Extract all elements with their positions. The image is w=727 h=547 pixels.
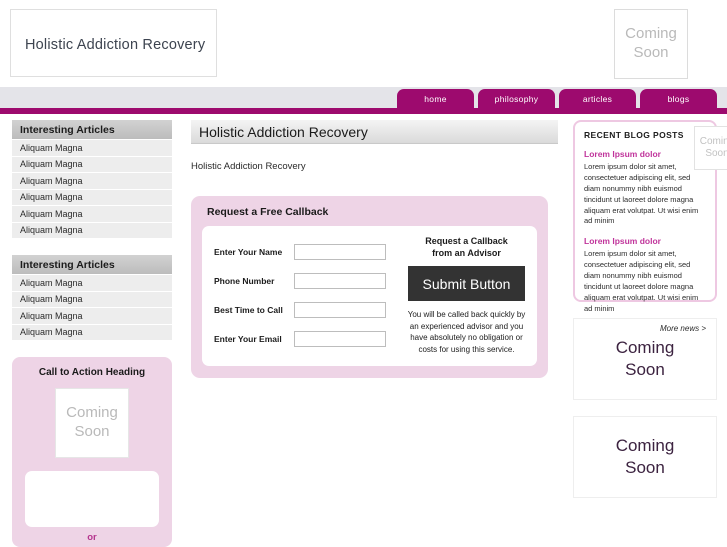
- right-sidebar: RECENT BLOG POSTS Coming Soon Lorem Ipsu…: [573, 120, 727, 498]
- blog-post-title[interactable]: Lorem Ipsum dolor: [584, 236, 706, 246]
- cta-heading: Call to Action Heading: [38, 367, 146, 378]
- blog-coming-soon-placeholder: Coming Soon: [694, 126, 727, 170]
- field-row-phone: Phone Number: [214, 266, 402, 295]
- email-field-label: Enter Your Email: [214, 333, 282, 344]
- main-content: Holistic Addiction Recovery Holistic Add…: [191, 120, 558, 378]
- logo-box[interactable]: Holistic Addiction Recovery: [10, 9, 217, 77]
- phone-field-label: Phone Number: [214, 275, 275, 286]
- list-item[interactable]: Aliquam Magna: [12, 156, 172, 173]
- blog-post-title[interactable]: Lorem Ipsum dolor: [584, 149, 706, 159]
- call-to-action-box: Call to Action Heading Coming Soon or: [12, 357, 172, 547]
- blog-post-body: Lorem ipsum dolor sit amet, consectetuer…: [584, 162, 699, 226]
- form-heading: Request a Free Callback: [207, 206, 329, 218]
- name-input[interactable]: [294, 243, 386, 260]
- left-sidebar: Interesting Articles Aliquam Magna Aliqu…: [12, 120, 172, 547]
- panel-interesting-articles-1: Interesting Articles Aliquam Magna Aliqu…: [12, 120, 172, 239]
- field-row-email: Enter Your Email: [214, 324, 402, 353]
- blog-post-item: Lorem Ipsum dolor Lorem ipsum dolor sit …: [584, 236, 706, 314]
- best-time-field-label: Best Time to Call: [214, 304, 283, 315]
- coming-soon-line-1: Coming: [625, 25, 677, 43]
- coming-soon-line-2: Soon: [625, 360, 665, 379]
- blog-section-heading: RECENT BLOG POSTS: [584, 130, 684, 140]
- tab-philosophy[interactable]: philosophy: [478, 89, 555, 108]
- field-row-name: Enter Your Name: [214, 237, 402, 266]
- callback-form-panel: Request a Free Callback Enter Your Name …: [191, 196, 548, 378]
- header-coming-soon-placeholder: Coming Soon: [614, 9, 688, 79]
- submit-button[interactable]: Submit Button: [408, 266, 525, 302]
- nav-strip: home philosophy articles blogs: [0, 87, 727, 114]
- callback-tagline: Request a Callback from an Advisor: [406, 235, 527, 259]
- site-header: Holistic Addiction Recovery Coming Soon: [0, 0, 727, 87]
- coming-soon-line-2: Soon: [625, 458, 665, 477]
- coming-soon-line-1: Coming: [615, 337, 675, 357]
- list-item[interactable]: Aliquam Magna: [12, 275, 172, 292]
- coming-soon-line-2: Soon: [705, 148, 727, 159]
- submit-note: You will be called back quickly by an ex…: [407, 310, 526, 355]
- form-inner: Enter Your Name Phone Number Best Time t…: [202, 226, 537, 366]
- list-item[interactable]: Aliquam Magna: [12, 206, 172, 223]
- list-item[interactable]: Aliquam Magna: [12, 222, 172, 239]
- coming-soon-line-1: Coming: [66, 404, 118, 422]
- panel-interesting-articles-2: Interesting Articles Aliquam Magna Aliqu…: [12, 255, 172, 341]
- panel-heading: Interesting Articles: [12, 120, 172, 140]
- list-item[interactable]: Aliquam Magna: [12, 324, 172, 341]
- coming-soon-line-2: Soon: [74, 423, 110, 440]
- best-time-input[interactable]: [294, 301, 386, 318]
- name-field-label: Enter Your Name: [214, 246, 283, 257]
- nav-tabs: home philosophy articles blogs: [397, 89, 717, 108]
- page-title: Holistic Addiction Recovery: [191, 120, 558, 144]
- field-row-best-time: Best Time to Call: [214, 295, 402, 324]
- list-item[interactable]: Aliquam Magna: [12, 291, 172, 308]
- coming-soon-line-2: Soon: [633, 44, 669, 61]
- list-item[interactable]: Aliquam Magna: [12, 308, 172, 325]
- cta-image-placeholder: Coming Soon: [55, 388, 129, 458]
- blog-post-item: Lorem Ipsum dolor Lorem ipsum dolor sit …: [584, 149, 706, 227]
- tagline-line-1: Request a Callback: [425, 236, 508, 246]
- coming-soon-line-1: Coming: [615, 435, 675, 455]
- cta-content-area: [25, 471, 159, 527]
- tagline-line-2: from an Advisor: [432, 248, 501, 259]
- list-item[interactable]: Aliquam Magna: [12, 173, 172, 190]
- phone-input[interactable]: [294, 272, 386, 289]
- form-fields: Enter Your Name Phone Number Best Time t…: [202, 226, 402, 366]
- more-news-link[interactable]: More news >: [584, 324, 706, 333]
- logo-text: Holistic Addiction Recovery: [25, 37, 206, 53]
- tab-blogs[interactable]: blogs: [640, 89, 717, 108]
- tab-articles[interactable]: articles: [559, 89, 636, 108]
- cta-or-label: or: [87, 532, 97, 543]
- list-item[interactable]: Aliquam Magna: [12, 189, 172, 206]
- page-body: Interesting Articles Aliquam Magna Aliqu…: [0, 114, 727, 547]
- coming-soon-line-1: Coming: [699, 135, 727, 147]
- recent-blog-posts-box: RECENT BLOG POSTS Coming Soon Lorem Ipsu…: [573, 120, 727, 333]
- panel-heading: Interesting Articles: [12, 255, 172, 275]
- form-submit-column: Request a Callback from an Advisor Submi…: [402, 226, 537, 366]
- blog-post-body: Lorem ipsum dolor sit amet, consectetuer…: [584, 249, 699, 313]
- intro-text: Holistic Addiction Recovery: [191, 161, 306, 172]
- right-placeholder-2: Coming Soon: [573, 416, 717, 498]
- tab-home[interactable]: home: [397, 89, 474, 108]
- list-item[interactable]: Aliquam Magna: [12, 140, 172, 157]
- email-input[interactable]: [294, 330, 386, 347]
